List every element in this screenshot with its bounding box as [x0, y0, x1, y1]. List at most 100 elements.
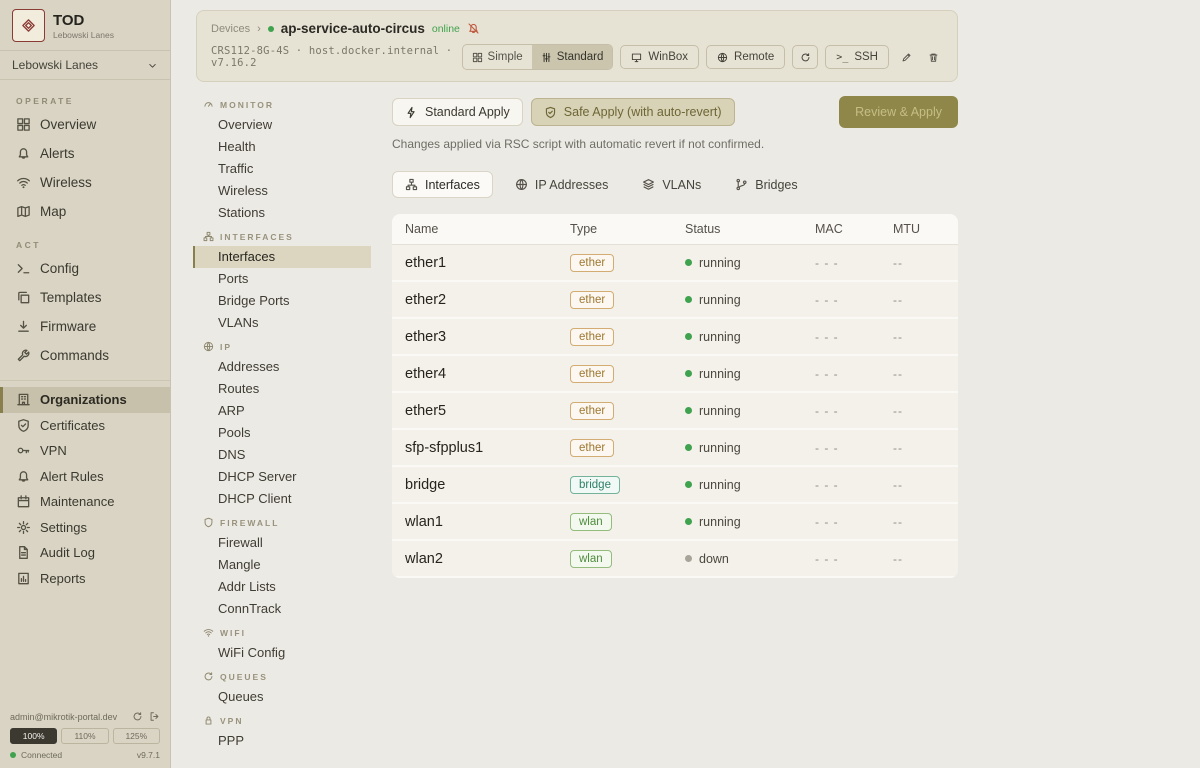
sidebar-item-vpn[interactable]: VPN: [0, 438, 170, 464]
sidebar-item-alert-rules[interactable]: Alert Rules: [0, 464, 170, 490]
zoom-125-button[interactable]: 125%: [113, 728, 160, 744]
wrench-icon: [16, 348, 31, 363]
refresh-icon: [800, 52, 811, 63]
tab-vlans[interactable]: VLANs: [630, 171, 713, 198]
delete-button[interactable]: [923, 45, 943, 69]
connection-status-dot: [10, 752, 16, 758]
breadcrumb-devices[interactable]: Devices: [211, 23, 250, 35]
standard-apply-button[interactable]: Standard Apply: [392, 98, 523, 126]
terminal-prompt-icon: >_: [836, 52, 848, 63]
devnav-item-firewall[interactable]: Firewall: [193, 532, 371, 554]
ports-icon: [203, 231, 214, 242]
zoom-110-button[interactable]: 110%: [61, 728, 108, 744]
devnav-item-wifi-config[interactable]: WiFi Config: [193, 642, 371, 664]
sidebar-item-config[interactable]: Config: [0, 254, 170, 283]
wifi-icon: [203, 627, 214, 638]
devnav-item-dhcp-client[interactable]: DHCP Client: [193, 488, 371, 510]
mode-simple-button[interactable]: Simple: [463, 45, 532, 69]
interfaces-table: Name Type Status MAC MTU ether1 ether ru…: [392, 214, 958, 578]
brand-logo-icon: [12, 9, 45, 42]
devnav-section-ip: IP: [193, 334, 371, 356]
bell-slash-icon[interactable]: [467, 22, 480, 35]
devnav-item-overview[interactable]: Overview: [193, 114, 371, 136]
devnav-item-vlans[interactable]: VLANs: [193, 312, 371, 334]
zoom-100-button[interactable]: 100%: [10, 728, 57, 744]
devnav-item-traffic[interactable]: Traffic: [193, 158, 371, 180]
winbox-button[interactable]: WinBox: [620, 45, 699, 69]
history-icon[interactable]: [132, 711, 143, 722]
status-dot: [685, 518, 692, 525]
sidebar-item-maintenance[interactable]: Maintenance: [0, 489, 170, 515]
devnav-item-ppp[interactable]: PPP: [193, 730, 371, 752]
devnav-item-queues[interactable]: Queues: [193, 686, 371, 708]
type-badge: ether: [570, 439, 614, 457]
sidebar-item-firmware[interactable]: Firmware: [0, 312, 170, 341]
table-row: ether5 ether running - - - --: [392, 393, 958, 430]
sidebar-item-map[interactable]: Map: [0, 197, 170, 226]
devnav-item-health[interactable]: Health: [193, 136, 371, 158]
chevron-down-icon: [147, 60, 158, 71]
devnav-item-addresses[interactable]: Addresses: [193, 356, 371, 378]
bridge-icon: [735, 178, 748, 191]
pencil-icon: [901, 52, 912, 63]
table-row: sfp-sfpplus1 ether running - - - --: [392, 430, 958, 467]
logout-icon[interactable]: [149, 711, 160, 722]
sidebar-item-reports[interactable]: Reports: [0, 566, 170, 592]
grid-icon: [16, 117, 31, 132]
document-icon: [16, 545, 31, 560]
mode-standard-button[interactable]: Standard: [532, 45, 613, 69]
ssh-button[interactable]: >_ SSH: [825, 45, 889, 69]
devnav-item-conntrack[interactable]: ConnTrack: [193, 598, 371, 620]
monitor-icon: [631, 52, 642, 63]
col-mac: MAC: [815, 222, 893, 236]
sidebar-item-overview[interactable]: Overview: [0, 110, 170, 139]
devnav-item-ports[interactable]: Ports: [193, 268, 371, 290]
sidebar-item-certificates[interactable]: Certificates: [0, 413, 170, 439]
sidebar-item-settings[interactable]: Settings: [0, 515, 170, 541]
type-badge: ether: [570, 328, 614, 346]
shield-icon: [203, 517, 214, 528]
device-actions: Simple Standard WinBox Remote: [462, 44, 943, 70]
tab-bridges[interactable]: Bridges: [723, 171, 809, 198]
devnav-item-interfaces[interactable]: Interfaces: [193, 246, 371, 268]
devnav-item-bridge-ports[interactable]: Bridge Ports: [193, 290, 371, 312]
devnav-section-interfaces: INTERFACES: [193, 224, 371, 246]
sidebar-item-wireless[interactable]: Wireless: [0, 168, 170, 197]
sidebar-item-alerts[interactable]: Alerts: [0, 139, 170, 168]
safe-apply-button[interactable]: Safe Apply (with auto-revert): [531, 98, 735, 126]
review-apply-button[interactable]: Review & Apply: [839, 96, 958, 128]
devnav-item-wireless[interactable]: Wireless: [193, 180, 371, 202]
refresh-button[interactable]: [792, 45, 818, 69]
tab-ip-addresses[interactable]: IP Addresses: [503, 171, 620, 198]
sidebar-item-templates[interactable]: Templates: [0, 283, 170, 312]
brand-subtitle: Lebowski Lanes: [53, 30, 114, 40]
devnav-item-dns[interactable]: DNS: [193, 444, 371, 466]
devnav-item-pools[interactable]: Pools: [193, 422, 371, 444]
calendar-icon: [16, 494, 31, 509]
devnav-item-routes[interactable]: Routes: [193, 378, 371, 400]
devnav-item-mangle[interactable]: Mangle: [193, 554, 371, 576]
key-icon: [16, 443, 31, 458]
globe-icon: [717, 52, 728, 63]
devnav-item-addr-lists[interactable]: Addr Lists: [193, 576, 371, 598]
sidebar-item-organizations[interactable]: Organizations: [0, 387, 170, 413]
devnav-item-arp[interactable]: ARP: [193, 400, 371, 422]
org-selector-label: Lebowski Lanes: [12, 58, 98, 72]
sidebar-item-commands[interactable]: Commands: [0, 341, 170, 370]
table-row: wlan1 wlan running - - - --: [392, 504, 958, 541]
remote-button[interactable]: Remote: [706, 45, 785, 69]
devnav-section-queues: QUEUES: [193, 664, 371, 686]
main-content: Standard Apply Safe Apply (with auto-rev…: [392, 96, 958, 578]
download-icon: [16, 319, 31, 334]
terminal-icon: [16, 261, 31, 276]
connection-status: Connected: [21, 750, 62, 760]
col-name: Name: [405, 222, 570, 236]
sidebar-item-audit-log[interactable]: Audit Log: [0, 540, 170, 566]
devnav-item-dhcp-server[interactable]: DHCP Server: [193, 466, 371, 488]
status-dot: [685, 296, 692, 303]
edit-button[interactable]: [896, 45, 916, 69]
org-selector[interactable]: Lebowski Lanes: [0, 50, 170, 80]
status-dot: [685, 407, 692, 414]
devnav-item-stations[interactable]: Stations: [193, 202, 371, 224]
tab-interfaces[interactable]: Interfaces: [392, 171, 493, 198]
